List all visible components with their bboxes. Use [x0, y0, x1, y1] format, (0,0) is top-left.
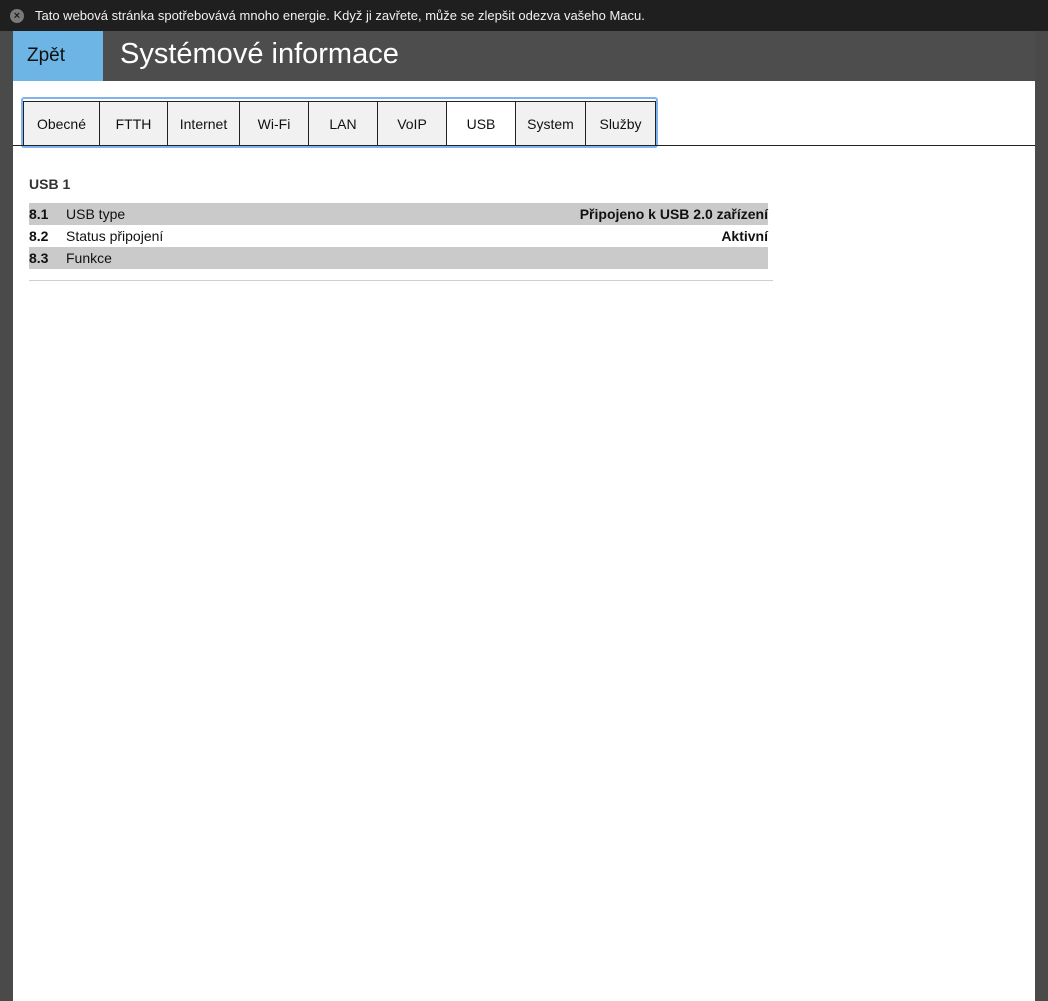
tab-system[interactable]: System: [515, 101, 585, 146]
banner-message: Tato webová stránka spotřebovává mnoho e…: [35, 8, 645, 23]
section-title: USB 1: [29, 176, 71, 192]
row-label: Funkce: [66, 250, 112, 266]
page-frame: Zpět Systémové informace Obecné FTTH Int…: [13, 31, 1035, 1001]
row-value: Aktivní: [721, 228, 768, 244]
tab-lan[interactable]: LAN: [308, 101, 377, 146]
section-divider: [29, 280, 773, 281]
table-row: 8.3 Funkce: [29, 247, 768, 269]
tab-internet[interactable]: Internet: [167, 101, 239, 146]
tab-obecne[interactable]: Obecné: [23, 101, 99, 146]
header-bar: Zpět Systémové informace: [13, 31, 1035, 81]
close-icon[interactable]: ×: [10, 8, 24, 23]
page-title: Systémové informace: [120, 38, 399, 70]
table-row: 8.2 Status připojení Aktivní: [29, 225, 768, 247]
tab-ftth[interactable]: FTTH: [99, 101, 167, 146]
tabs-divider: [13, 145, 1035, 146]
table-row: 8.1 USB type Připojeno k USB 2.0 zařízen…: [29, 203, 768, 225]
tab-usb[interactable]: USB: [446, 101, 515, 146]
row-label: USB type: [66, 206, 126, 222]
row-number: 8.3: [29, 250, 49, 266]
back-button[interactable]: Zpět: [13, 31, 103, 81]
row-number: 8.1: [29, 206, 49, 222]
row-value: Připojeno k USB 2.0 zařízení: [579, 206, 768, 222]
tab-wifi[interactable]: Wi-Fi: [239, 101, 308, 146]
tab-sluzby[interactable]: Služby: [585, 101, 656, 146]
tab-bar: Obecné FTTH Internet Wi-Fi LAN VoIP USB …: [23, 101, 656, 146]
usb-info-table: 8.1 USB type Připojeno k USB 2.0 zařízen…: [29, 203, 768, 269]
tab-voip[interactable]: VoIP: [377, 101, 446, 146]
row-label: Status připojení: [66, 228, 164, 244]
energy-warning-banner: × Tato webová stránka spotřebovává mnoho…: [0, 0, 1048, 31]
row-number: 8.2: [29, 228, 49, 244]
